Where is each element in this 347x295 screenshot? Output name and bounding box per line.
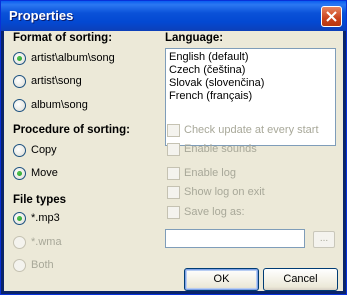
file-type-label[interactable]: *.mp3 xyxy=(31,212,60,224)
browse-button[interactable]: ... xyxy=(313,231,335,248)
radio-procedure-move[interactable] xyxy=(13,167,26,180)
radio-file-mp3[interactable] xyxy=(13,212,26,225)
radio-file-both[interactable] xyxy=(13,259,26,272)
dialog-body: Format of sorting: artist\album\song art… xyxy=(4,31,343,291)
check-update-label: Check update at every start xyxy=(184,124,319,136)
ok-button[interactable]: OK xyxy=(184,268,259,291)
radio-selected-dot xyxy=(17,56,22,61)
save-log-as-label: Save log as: xyxy=(184,206,245,218)
language-header: Language: xyxy=(165,32,224,44)
window-title: Properties xyxy=(9,8,74,23)
language-item[interactable]: French (français) xyxy=(169,90,252,102)
format-option-label[interactable]: artist\song xyxy=(31,75,82,87)
format-option-label[interactable]: album\song xyxy=(31,99,88,111)
cancel-button[interactable]: Cancel xyxy=(263,268,338,291)
procedure-option-label[interactable]: Move xyxy=(31,167,58,179)
radio-selected-dot xyxy=(17,216,22,221)
enable-log-checkbox[interactable] xyxy=(167,167,180,180)
enable-log-label: Enable log xyxy=(184,167,236,179)
close-icon xyxy=(326,11,337,22)
show-log-on-exit-checkbox[interactable] xyxy=(167,186,180,199)
enable-sounds-checkbox[interactable] xyxy=(167,143,180,156)
show-log-on-exit-label: Show log on exit xyxy=(184,186,265,198)
format-sorting-header: Format of sorting: xyxy=(13,32,113,44)
file-type-label[interactable]: *.wma xyxy=(31,236,62,248)
check-update-checkbox[interactable] xyxy=(167,124,180,137)
radio-file-wma[interactable] xyxy=(13,236,26,249)
language-item[interactable]: Slovak (slovenčina) xyxy=(169,77,264,89)
title-bar[interactable]: Properties xyxy=(1,1,346,31)
radio-format-artist-song[interactable] xyxy=(13,75,26,88)
procedure-option-label[interactable]: Copy xyxy=(31,144,57,156)
radio-format-artist-album-song[interactable] xyxy=(13,52,26,65)
log-path-input[interactable] xyxy=(165,229,305,248)
radio-procedure-copy[interactable] xyxy=(13,144,26,157)
language-item[interactable]: Czech (čeština) xyxy=(169,64,245,76)
file-type-label[interactable]: Both xyxy=(31,259,54,271)
enable-sounds-label: Enable sounds xyxy=(184,143,257,155)
file-types-header: File types xyxy=(13,194,67,206)
properties-window: Properties Format of sorting: artist\alb… xyxy=(0,0,347,295)
radio-format-album-song[interactable] xyxy=(13,99,26,112)
procedure-sorting-header: Procedure of sorting: xyxy=(13,124,130,136)
language-item[interactable]: English (default) xyxy=(169,51,249,63)
save-log-as-checkbox[interactable] xyxy=(167,206,180,219)
radio-selected-dot xyxy=(17,171,22,176)
close-button[interactable] xyxy=(321,6,342,27)
format-option-label[interactable]: artist\album\song xyxy=(31,52,115,64)
